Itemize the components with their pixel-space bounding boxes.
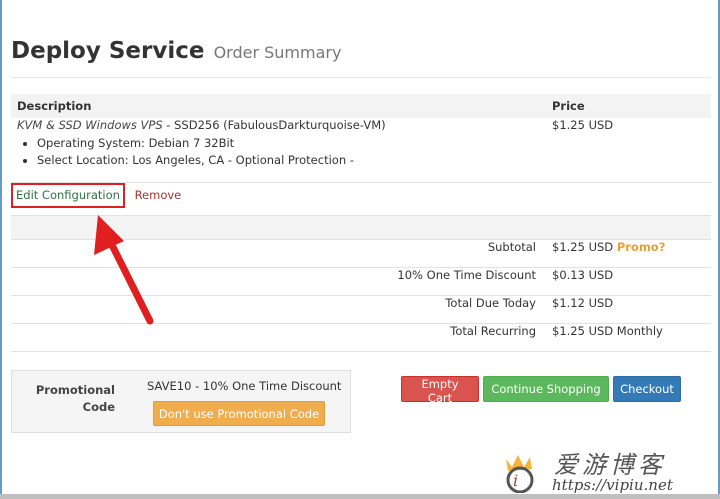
cart-item-description: KVM & SSD Windows VPS - SSD256 (Fabulous… <box>11 118 546 183</box>
promo-code-label: Promotional Code <box>35 383 115 414</box>
remove-promo-button[interactable]: Don't use Promotional Code <box>153 401 325 426</box>
watermark: i 爱游博客 https://vipiu.net <box>494 443 694 495</box>
cart-item-actions-row: Edit Configuration Remove <box>11 182 711 216</box>
empty-cart-button[interactable]: Empty Cart <box>401 376 479 405</box>
watermark-logo-icon: i <box>506 455 534 493</box>
window-frame-left <box>0 0 2 499</box>
page-header: Deploy Service Order Summary <box>11 38 711 78</box>
bottom-bar <box>0 494 720 499</box>
promo-link[interactable]: Promo? <box>617 240 666 254</box>
product-detail: - SSD256 (FabulousDarkturquoise-VM) <box>162 118 386 132</box>
column-header-description: Description <box>11 94 546 118</box>
checkout-button[interactable]: Checkout <box>613 376 681 402</box>
red-annotation-arrow-icon <box>94 215 154 325</box>
cart-header-row: Description Price <box>11 94 711 118</box>
column-header-price: Price <box>546 94 711 118</box>
option-location: Select Location: Los Angeles, CA - Optio… <box>37 152 540 169</box>
total-due-value: $1.12 USD <box>546 295 711 324</box>
continue-shopping-button[interactable]: Continue Shopping <box>483 376 609 402</box>
page-subtitle: Order Summary <box>213 43 342 62</box>
option-operating-system: Operating System: Debian 7 32Bit <box>37 135 540 152</box>
watermark-text: 爱游博客 <box>554 451 666 479</box>
promo-code-panel: Promotional Code SAVE10 - 10% One Time D… <box>11 370 351 433</box>
recurring-value: $1.25 USD Monthly <box>546 323 711 352</box>
watermark-url: https://vipiu.net <box>552 476 673 494</box>
cart-item-row: KVM & SSD Windows VPS - SSD256 (Fabulous… <box>11 118 711 183</box>
applied-promo-text: SAVE10 - 10% One Time Discount <box>147 379 342 393</box>
page-title: Deploy Service <box>11 38 205 64</box>
product-name: KVM & SSD Windows VPS <box>17 118 163 132</box>
remove-item-link[interactable]: Remove <box>135 188 182 202</box>
item-options-list: Operating System: Debian 7 32Bit Select … <box>37 135 540 169</box>
subtotal-value: $1.25 USD <box>552 239 614 254</box>
svg-text:i: i <box>513 471 518 490</box>
cart-item-price: $1.25 USD <box>546 118 711 183</box>
discount-value: $0.13 USD <box>546 267 711 296</box>
edit-configuration-link[interactable]: Edit Configuration <box>11 182 125 208</box>
